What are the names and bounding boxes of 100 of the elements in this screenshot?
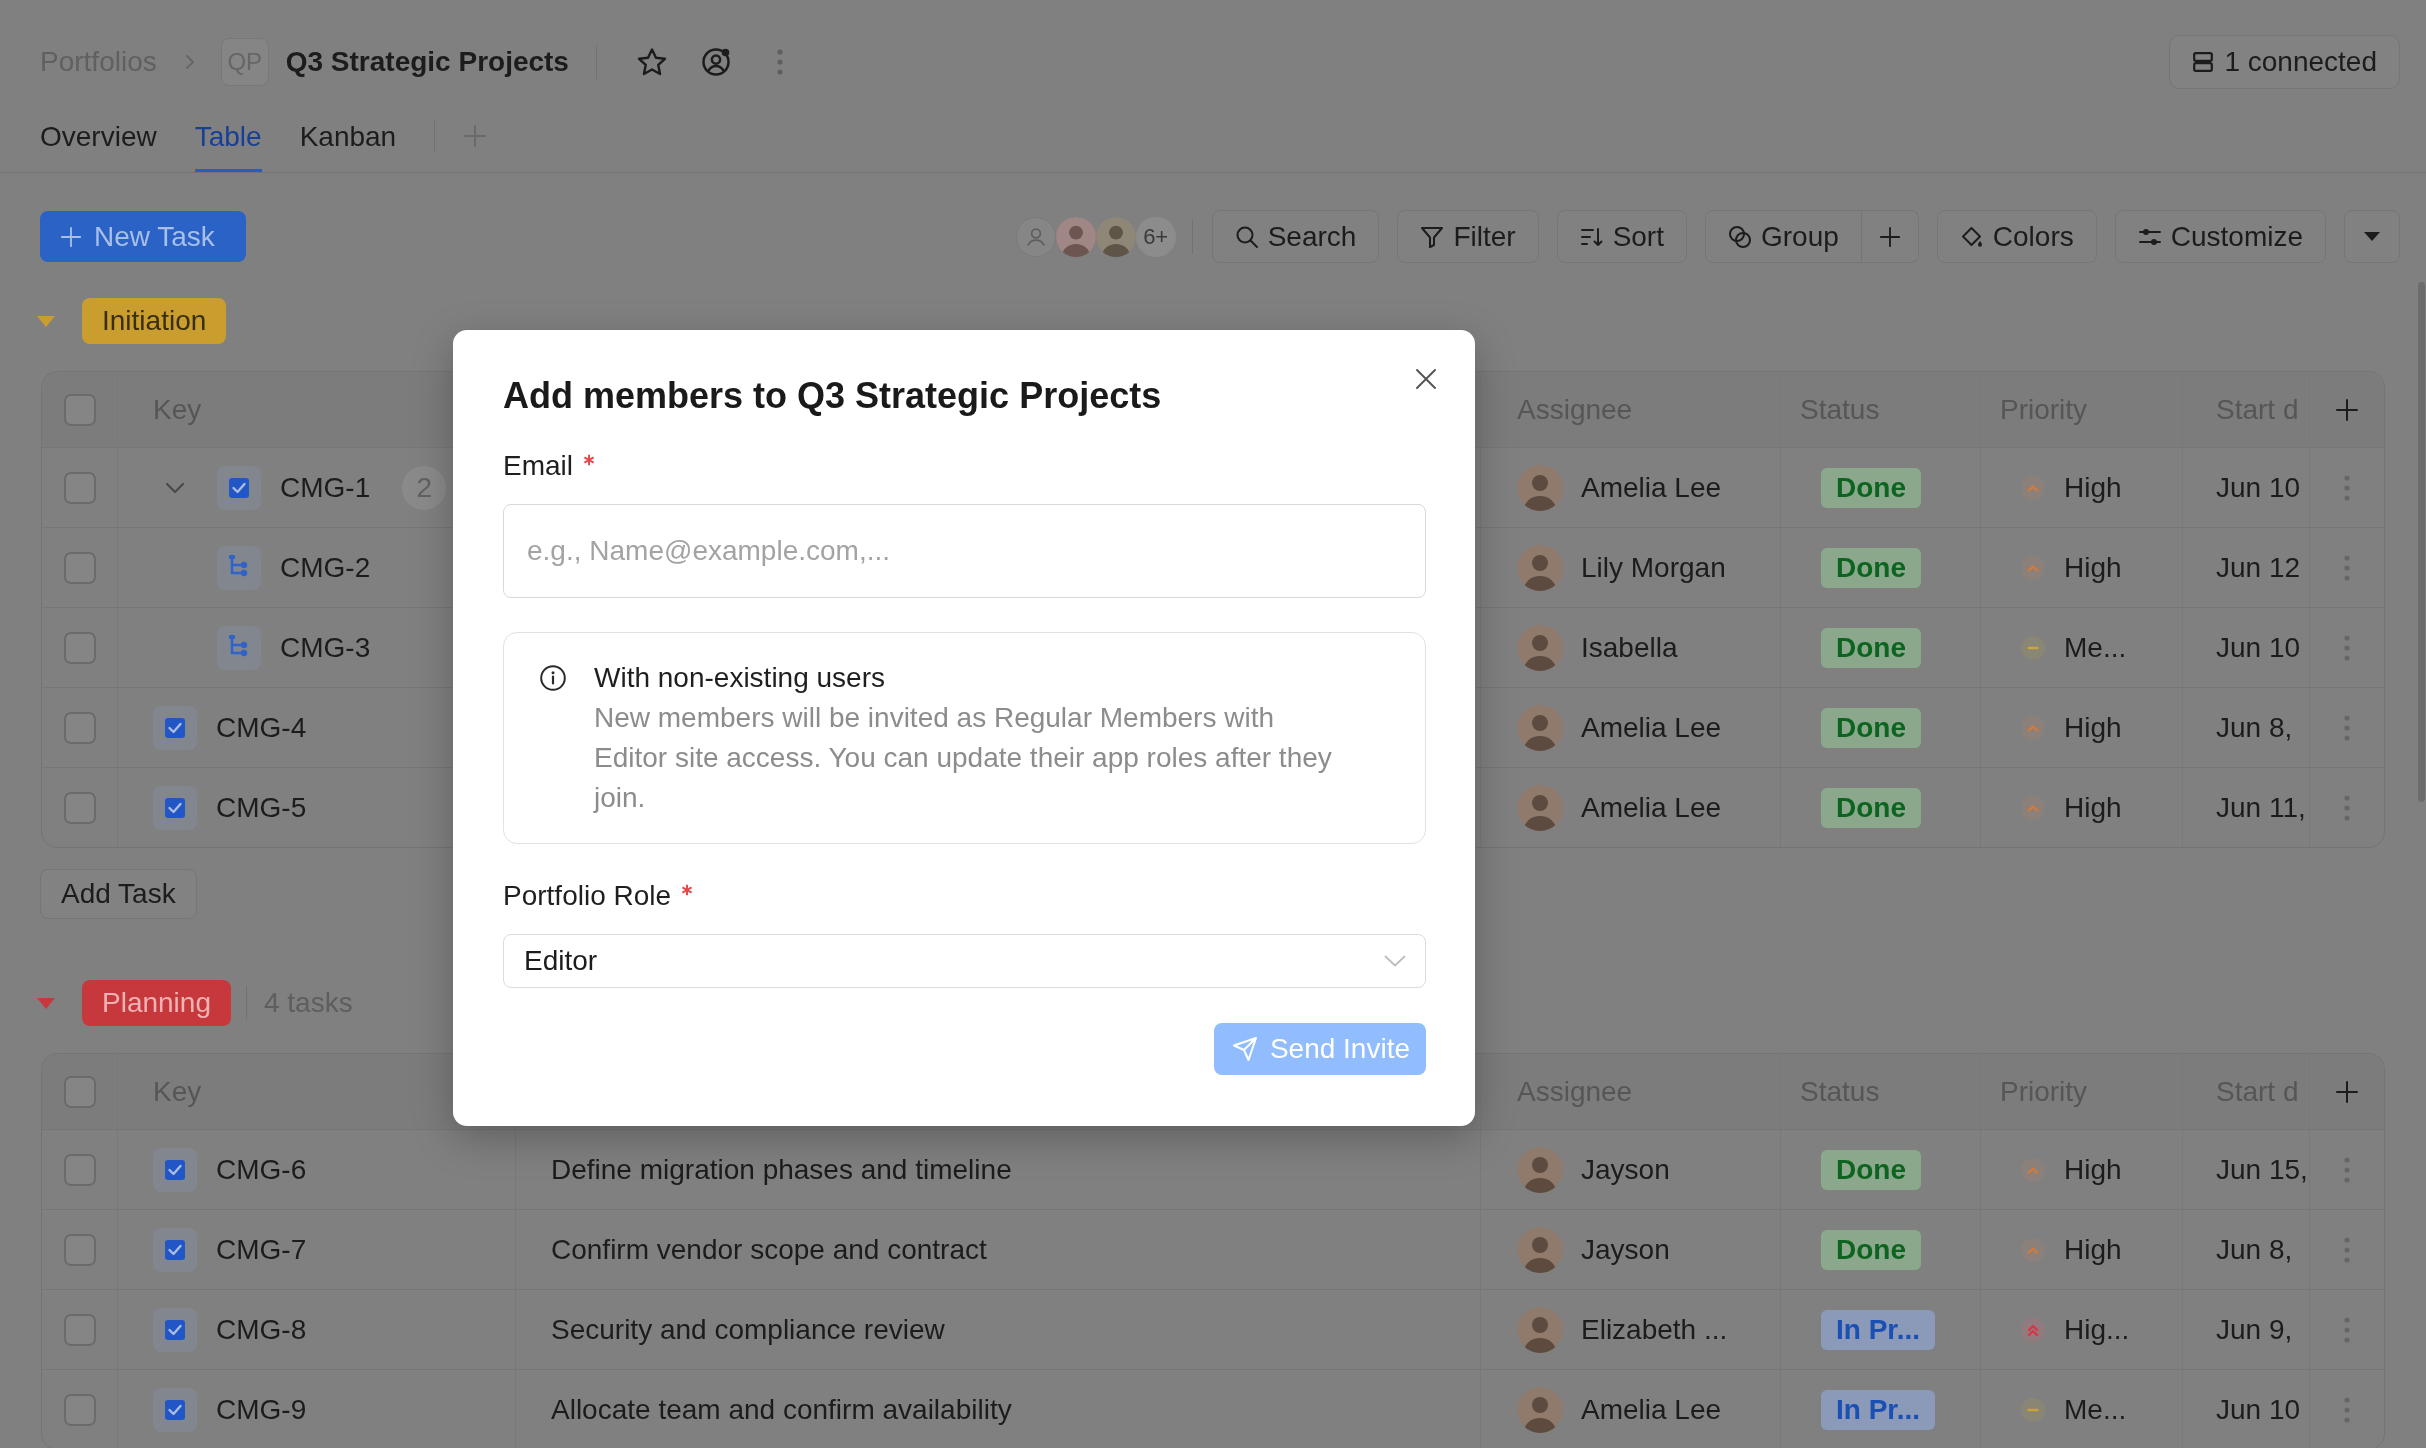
avatar-icon <box>1517 704 1563 751</box>
row-checkbox[interactable] <box>63 1153 96 1186</box>
group-label[interactable]: Planning <box>82 980 231 1026</box>
person-icon[interactable] <box>1015 216 1056 257</box>
start-date: Jun 12 <box>2216 550 2301 585</box>
role-select[interactable]: Editor <box>503 934 1426 988</box>
status-tag[interactable]: Done <box>1821 787 1921 828</box>
status-tag[interactable]: Done <box>1821 627 1921 668</box>
task-key[interactable]: CMG-6 <box>216 1152 307 1187</box>
start-date: Jun 15, <box>2216 1152 2308 1187</box>
row-checkbox[interactable] <box>63 551 96 584</box>
caret-up-icon <box>2021 1237 2045 1262</box>
toolbar-button[interactable]: Filter <box>1397 210 1539 263</box>
notice-title: With non-existing users <box>594 661 886 695</box>
status-tag[interactable]: Done <box>1821 467 1921 508</box>
connection-button[interactable]: 1 connected <box>2169 35 2400 89</box>
priority-label: High <box>2064 1152 2122 1187</box>
task-title[interactable]: Confirm vendor scope and contract <box>551 1232 987 1267</box>
plus-icon[interactable] <box>2335 1079 2359 1104</box>
more-icon[interactable] <box>2344 554 2350 581</box>
more-icon[interactable] <box>2344 1316 2350 1343</box>
member-count[interactable]: 6+ <box>1135 216 1176 257</box>
info-icon <box>540 665 566 691</box>
task-icon <box>153 1387 197 1432</box>
avatar-icon <box>1095 216 1136 257</box>
priority-label: Hig... <box>2064 1312 2130 1347</box>
more-icon[interactable] <box>2344 1396 2350 1423</box>
tab[interactable]: Kanban <box>299 100 397 172</box>
row-checkbox[interactable] <box>63 1393 96 1426</box>
avatar-icon <box>1517 1226 1563 1273</box>
caret-up-icon <box>2021 795 2045 820</box>
more-icon[interactable] <box>2344 794 2350 821</box>
task-icon <box>153 705 197 750</box>
status-tag[interactable]: Done <box>1821 707 1921 748</box>
more-icon[interactable] <box>2344 1156 2350 1183</box>
status-tag[interactable]: Done <box>1821 547 1921 588</box>
assignee-name: Elizabeth ... <box>1581 1312 1728 1347</box>
more-icon[interactable] <box>2344 714 2350 741</box>
task-key[interactable]: CMG-9 <box>216 1392 307 1427</box>
row-checkbox[interactable] <box>63 471 96 504</box>
toolbar-button[interactable]: Group <box>1705 210 1862 263</box>
assignee-name: Jayson <box>1581 1152 1670 1187</box>
chevron-down-icon <box>1384 955 1406 967</box>
row-checkbox[interactable] <box>63 1233 96 1266</box>
task-key[interactable]: CMG-5 <box>216 790 307 825</box>
task-key[interactable]: CMG-2 <box>280 550 371 585</box>
task-key[interactable]: CMG-3 <box>280 630 371 665</box>
new-task-button[interactable]: New Task <box>40 211 246 262</box>
more-icon[interactable] <box>2344 474 2350 501</box>
toolbar-button[interactable]: Sort <box>1556 210 1687 263</box>
dropdown-button[interactable] <box>2344 210 2400 263</box>
close-icon[interactable] <box>1415 368 1437 390</box>
star-icon[interactable] <box>636 47 667 77</box>
start-date: Jun 11, <box>2216 790 2306 825</box>
more-icon[interactable] <box>2344 634 2350 661</box>
task-key[interactable]: CMG-4 <box>216 710 307 745</box>
dialog-title: Add members to Q3 Strategic Projects <box>503 374 1162 418</box>
task-key[interactable]: CMG-1 <box>280 470 371 505</box>
assignee-name: Lily Morgan <box>1581 550 1726 585</box>
assignee-name: Amelia Lee <box>1581 790 1722 825</box>
more-icon[interactable] <box>2344 1236 2350 1263</box>
status-tag[interactable]: Done <box>1821 1229 1921 1270</box>
field-label: Email <box>503 449 573 483</box>
task-key[interactable]: CMG-7 <box>216 1232 307 1267</box>
start-date: Jun 8, <box>2216 710 2293 745</box>
task-title[interactable]: Define migration phases and timeline <box>551 1152 1012 1187</box>
caret-down-icon[interactable] <box>37 315 55 327</box>
tab[interactable]: Table <box>194 100 262 172</box>
select-all-checkbox[interactable] <box>63 393 96 426</box>
search-button[interactable]: Search <box>1211 210 1380 263</box>
task-title[interactable]: Security and compliance review <box>551 1312 945 1347</box>
task-icon <box>153 1147 197 1192</box>
caret-up-icon <box>2021 1157 2045 1182</box>
add-task-button[interactable]: Add Task <box>40 869 197 919</box>
row-checkbox[interactable] <box>63 1313 96 1346</box>
email-input[interactable]: e.g., Name@example.com,... <box>503 504 1426 598</box>
more-icon[interactable] <box>776 49 783 75</box>
row-checkbox[interactable] <box>63 791 96 824</box>
send-icon <box>1231 1036 1258 1062</box>
avatar-icon <box>1517 1386 1563 1433</box>
chevron-down-icon[interactable] <box>165 481 185 494</box>
task-icon <box>153 1307 197 1352</box>
plus-icon[interactable] <box>2335 397 2359 422</box>
row-checkbox[interactable] <box>63 631 96 664</box>
toolbar-button[interactable]: Colors <box>1936 210 2097 263</box>
user-circle-icon[interactable] <box>700 47 731 77</box>
status-tag[interactable]: In Pr... <box>1821 1309 1936 1350</box>
select-all-checkbox[interactable] <box>63 1075 96 1108</box>
status-tag[interactable]: Done <box>1821 1149 1921 1190</box>
tab[interactable]: Overview <box>40 100 157 172</box>
toolbar-button[interactable]: Customize <box>2114 210 2326 263</box>
status-tag[interactable]: In Pr... <box>1821 1389 1936 1430</box>
row-checkbox[interactable] <box>63 711 96 744</box>
group-label[interactable]: Initiation <box>82 298 227 344</box>
priority-label: Me... <box>2064 1392 2127 1427</box>
caret-down-icon[interactable] <box>37 997 55 1009</box>
add-group-button[interactable] <box>1860 210 1919 263</box>
priority-label: Me... <box>2064 630 2127 665</box>
task-key[interactable]: CMG-8 <box>216 1312 307 1347</box>
task-title[interactable]: Allocate team and confirm availability <box>551 1392 1012 1427</box>
